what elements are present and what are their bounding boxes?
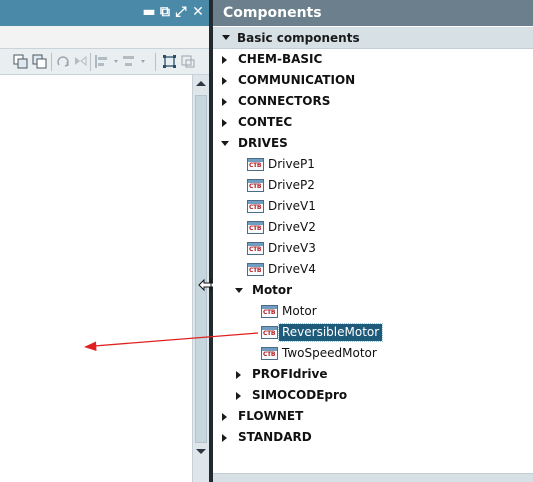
block-type-icon: CTB [247,158,264,171]
tree-folder-communication[interactable]: COMMUNICATION [213,70,533,91]
basic-components-section-header[interactable]: Basic components [213,27,533,49]
tree-item-drivep2[interactable]: CTB DriveP2 [213,175,533,196]
minimize-icon[interactable]: ▬ [142,4,156,20]
tree-item-label: ReversibleMotor [277,323,384,342]
block-type-icon-label: CTB [249,267,262,274]
tree-folder-simocodepro[interactable]: SIMOCODEpro [213,385,533,406]
expand-arrow-icon[interactable] [222,98,227,106]
expand-arrow-icon[interactable] [236,392,241,400]
components-panel-title: Components [213,0,533,26]
scrollbar-thumb[interactable] [195,95,207,443]
tree-folder-flownet[interactable]: FLOWNET [213,406,533,427]
basic-components-label: Basic components [237,31,360,45]
distribute-icon[interactable] [121,54,136,69]
tree-item-reversiblemotor[interactable]: CTB ReversibleMotor [213,322,533,343]
tree-item-label: CONNECTORS [238,94,331,108]
expand-arrow-icon[interactable] [236,371,241,379]
collapse-arrow-icon[interactable] [222,35,230,40]
tree-item-label: COMMUNICATION [238,73,356,87]
tree-item-label: SIMOCODEpro [252,388,348,402]
block-type-icon-label: CTB [263,351,276,358]
editor-title-bar: ▬ ⧉ ⤢ ✕ [0,0,209,26]
expand-arrow-icon[interactable] [222,56,227,64]
rotate-icon[interactable] [56,54,71,69]
block-type-icon-label: CTB [249,204,262,211]
tree-item-label: DriveP2 [268,178,315,192]
tree-item-label: CONTEC [238,115,293,129]
tia-portal-workspace: ▬ ⧉ ⤢ ✕ Components Basic components CHEM… [0,0,533,482]
block-type-icon: CTB [247,263,264,276]
block-type-icon: CTB [261,347,278,360]
fit-to-grid-icon[interactable] [162,54,177,69]
tree-item-label: STANDARD [238,430,312,444]
expand-arrow-icon[interactable] [222,77,227,85]
tree-folder-contec[interactable]: CONTEC [213,112,533,133]
tree-folder-chem-basic[interactable]: CHEM-BASIC [213,49,533,70]
tree-item-label: PROFIdrive [252,367,328,381]
zoom-selection-icon[interactable] [180,54,195,69]
tree-item-motor[interactable]: CTB Motor [213,301,533,322]
tree-item-twospeedmotor[interactable]: CTB TwoSpeedMotor [213,343,533,364]
tree-item-label: DriveV3 [268,241,316,255]
distribute-dropdown-icon[interactable] [137,54,152,69]
block-type-icon: CTB [247,221,264,234]
expand-arrow-icon[interactable] [222,434,227,442]
block-type-icon-label: CTB [249,246,262,253]
collapse-arrow-icon[interactable] [221,141,229,146]
block-type-icon-label: CTB [263,330,276,337]
tree-item-label: TwoSpeedMotor [282,346,377,360]
tree-item-drivev4[interactable]: CTB DriveV4 [213,259,533,280]
tree-item-drivep1[interactable]: CTB DriveP1 [213,154,533,175]
group-icon[interactable] [13,54,28,69]
align-left-icon[interactable] [94,54,109,69]
expand-arrow-icon[interactable] [222,119,227,127]
block-type-icon-label: CTB [249,225,262,232]
tree-folder-standard[interactable]: STANDARD [213,427,533,448]
tree-folder-drives[interactable]: DRIVES [213,133,533,154]
tree-item-drivev2[interactable]: CTB DriveV2 [213,217,533,238]
tree-item-label: DriveV1 [268,199,316,213]
block-type-icon: CTB [261,326,278,339]
tree-item-label: FLOWNET [238,409,304,423]
expand-arrow-icon[interactable] [222,413,227,421]
toolbar-separator [155,53,156,71]
tree-item-label: DriveV4 [268,262,316,276]
float-icon[interactable]: ⧉ [158,4,172,20]
block-type-icon-label: CTB [249,162,262,169]
maximize-icon[interactable]: ⤢ [174,4,188,20]
components-panel: Components Basic components CHEM-BASIC CO… [213,0,533,482]
tree-item-drivev1[interactable]: CTB DriveV1 [213,196,533,217]
tree-item-label: CHEM-BASIC [238,52,323,66]
close-icon[interactable]: ✕ [191,4,205,20]
toolbar-separator [51,53,52,71]
flip-icon[interactable] [73,54,88,69]
block-type-icon: CTB [261,305,278,318]
tree-item-label: DRIVES [238,136,288,150]
tree-item-label: Motor [282,304,317,318]
toolbar-separator [90,53,91,71]
block-type-icon: CTB [247,200,264,213]
tree-item-label: Motor [252,283,293,297]
bring-to-front-icon[interactable] [32,54,47,69]
editor-pane: ▬ ⧉ ⤢ ✕ [0,0,209,482]
block-type-icon-label: CTB [263,309,276,316]
tree-folder-profidrive[interactable]: PROFIdrive [213,364,533,385]
tree-folder-connectors[interactable]: CONNECTORS [213,91,533,112]
editor-alignment-toolbar [0,49,209,75]
tree-item-drivev3[interactable]: CTB DriveV3 [213,238,533,259]
component-tree: CHEM-BASIC COMMUNICATION CONNECTORS CONTEC D… [213,49,533,469]
block-type-icon-label: CTB [249,183,262,190]
block-type-icon: CTB [247,242,264,255]
scroll-down-icon[interactable] [196,449,206,454]
block-type-icon: CTB [247,179,264,192]
tree-item-label: DriveP1 [268,157,315,171]
editor-toolbar [0,26,209,49]
tree-item-label: DriveV2 [268,220,316,234]
tree-folder-motor[interactable]: Motor [213,280,533,301]
editor-canvas[interactable] [0,75,192,482]
next-section-header[interactable] [213,473,533,482]
collapse-arrow-icon[interactable] [235,288,243,293]
scroll-up-icon[interactable] [196,81,206,86]
